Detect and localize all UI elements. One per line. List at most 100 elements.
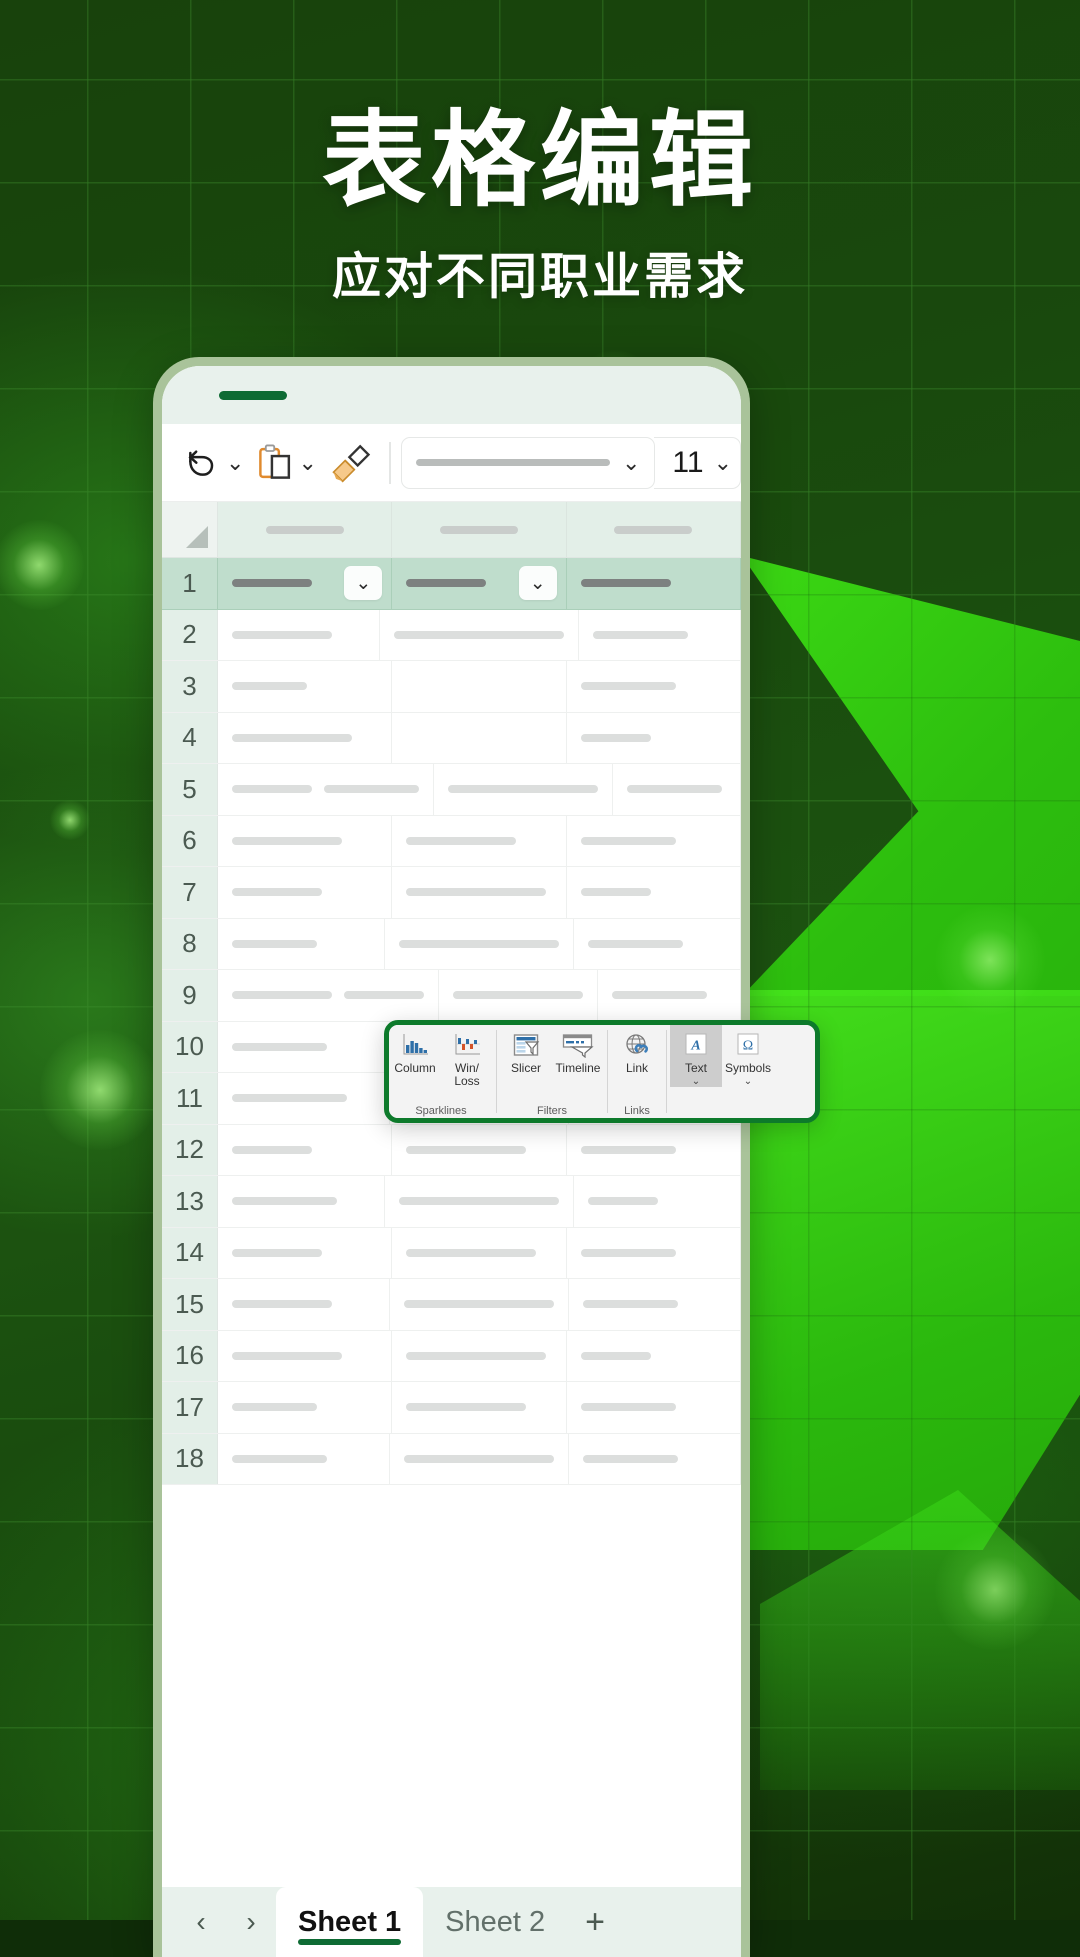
row-header[interactable]: 17 xyxy=(162,1382,218,1433)
grid-cell[interactable] xyxy=(392,815,567,866)
row-header[interactable]: 6 xyxy=(162,815,218,866)
row-header[interactable]: 3 xyxy=(162,661,218,712)
add-sheet-button[interactable]: + xyxy=(567,1887,623,1957)
row-header[interactable]: 9 xyxy=(162,970,218,1021)
table-row[interactable]: 16 xyxy=(162,1330,741,1382)
grid-cell[interactable] xyxy=(218,1433,390,1484)
table-row[interactable]: 2 xyxy=(162,609,741,661)
dropdown-item-wordart[interactable]: A WordArt ⌄ xyxy=(556,1119,640,1123)
ribbon-item-column[interactable]: Column xyxy=(389,1025,441,1089)
grid-cell[interactable] xyxy=(390,1279,569,1330)
grid-cell[interactable] xyxy=(579,609,741,660)
grid-cell[interactable] xyxy=(392,867,567,918)
row-header[interactable]: 13 xyxy=(162,1176,218,1227)
dropdown-item-signature-line[interactable]: Signature Line⌄ xyxy=(640,1119,724,1123)
grid-cell[interactable] xyxy=(218,712,393,763)
row-header[interactable]: 5 xyxy=(162,764,218,815)
paste-chevron-down-icon[interactable]: ⌄ xyxy=(298,451,316,474)
grid-cell[interactable] xyxy=(434,764,613,815)
grid-cell[interactable] xyxy=(567,1227,741,1278)
grid-cell[interactable] xyxy=(218,1227,393,1278)
row-header[interactable]: 16 xyxy=(162,1330,218,1381)
row-header[interactable]: 10 xyxy=(162,1021,218,1072)
row-header[interactable]: 11 xyxy=(162,1073,218,1124)
grid-cell[interactable] xyxy=(574,918,741,969)
table-row[interactable]: 7 xyxy=(162,867,741,919)
table-row[interactable]: 12 xyxy=(162,1124,741,1176)
paste-button[interactable]: ⌄ xyxy=(250,444,322,482)
row-header[interactable]: 7 xyxy=(162,867,218,918)
grid-cell[interactable] xyxy=(218,1124,393,1175)
grid-cell[interactable] xyxy=(392,712,567,763)
row-header[interactable]: 12 xyxy=(162,1124,218,1175)
grid-cell[interactable] xyxy=(567,712,741,763)
grid-cell[interactable] xyxy=(392,1227,567,1278)
table-row[interactable]: 9 xyxy=(162,970,741,1022)
ribbon-item-timeline[interactable]: Timeline xyxy=(552,1025,604,1075)
grid-cell[interactable]: ⌄ xyxy=(392,558,567,609)
ribbon-item-link[interactable]: Link xyxy=(611,1025,663,1075)
grid-cell[interactable] xyxy=(439,970,598,1021)
grid-cell[interactable] xyxy=(392,1124,567,1175)
ribbon-item-symbols[interactable]: Ω Symbols ⌄ xyxy=(722,1025,774,1087)
table-row[interactable]: 4 xyxy=(162,712,741,764)
grid-cell[interactable] xyxy=(218,1279,390,1330)
grid-cell[interactable] xyxy=(567,661,741,712)
row-header[interactable]: 8 xyxy=(162,918,218,969)
grid-cell[interactable] xyxy=(218,867,393,918)
grid-cell[interactable] xyxy=(218,661,393,712)
grid-cell[interactable] xyxy=(567,867,741,918)
grid-cell[interactable] xyxy=(218,609,380,660)
sheet-tab-1[interactable]: Sheet 1 xyxy=(276,1887,424,1957)
grid-cell[interactable] xyxy=(613,764,741,815)
grid-cell[interactable]: ⌄ xyxy=(218,558,393,609)
font-size-select[interactable]: 11 ⌄ xyxy=(654,436,741,489)
grid-cell[interactable] xyxy=(385,918,574,969)
grid-cell[interactable] xyxy=(567,558,741,609)
filter-dropdown-button[interactable]: ⌄ xyxy=(344,566,383,601)
font-name-chevron-down-icon[interactable]: ⌄ xyxy=(622,451,640,474)
grid-cell[interactable] xyxy=(218,1073,390,1124)
undo-chevron-down-icon[interactable]: ⌄ xyxy=(226,451,244,474)
table-row[interactable]: 5 xyxy=(162,764,741,816)
ribbon-item-slicer[interactable]: Slicer xyxy=(500,1025,552,1075)
row-header[interactable]: 1 xyxy=(162,558,218,609)
dropdown-item-object[interactable]: Object xyxy=(724,1119,808,1123)
row-header[interactable]: 14 xyxy=(162,1227,218,1278)
grid-cell[interactable] xyxy=(567,815,741,866)
font-size-chevron-down-icon[interactable]: ⌄ xyxy=(714,451,732,474)
table-row[interactable]: 6 xyxy=(162,815,741,867)
table-row[interactable]: 18 xyxy=(162,1433,741,1485)
grid-cell[interactable] xyxy=(218,1176,385,1227)
next-sheet-button[interactable]: › xyxy=(226,1887,276,1957)
table-row[interactable]: 17 xyxy=(162,1382,741,1434)
grid-cell[interactable] xyxy=(390,1433,569,1484)
grid-cell[interactable] xyxy=(574,1176,741,1227)
text-chevron-down-icon[interactable]: ⌄ xyxy=(692,1077,700,1087)
column-header-a[interactable] xyxy=(218,502,393,557)
grid-cell[interactable] xyxy=(218,1021,393,1072)
table-row[interactable]: 15 xyxy=(162,1279,741,1331)
filter-dropdown-button[interactable]: ⌄ xyxy=(518,566,557,601)
grid-cell[interactable] xyxy=(392,1382,567,1433)
grid-cell[interactable] xyxy=(567,1124,741,1175)
row-header[interactable]: 18 xyxy=(162,1433,218,1484)
spreadsheet-grid[interactable]: 1 ⌄ ⌄ 2 3 4 5 6 7 8 9 10 11 12 13 14 15 16 17 18 xyxy=(162,502,741,1887)
table-row[interactable]: 14 xyxy=(162,1227,741,1279)
grid-cell[interactable] xyxy=(567,1330,741,1381)
sheet-tab-2[interactable]: Sheet 2 xyxy=(423,1887,567,1957)
grid-cell[interactable] xyxy=(567,1382,741,1433)
dropdown-item-header-footer[interactable]: Header & Footer xyxy=(472,1119,556,1123)
table-row[interactable]: 3 xyxy=(162,661,741,713)
ribbon-item-win-loss[interactable]: Win/ Loss xyxy=(441,1025,493,1089)
grid-cell[interactable] xyxy=(598,970,741,1021)
format-painter-button[interactable] xyxy=(323,444,379,483)
select-all-cell[interactable] xyxy=(162,502,218,557)
grid-cell[interactable] xyxy=(392,661,567,712)
grid-cell[interactable] xyxy=(218,1330,393,1381)
grid-cell[interactable] xyxy=(569,1433,741,1484)
table-row[interactable]: 1 ⌄ ⌄ xyxy=(162,558,741,610)
drag-handle[interactable] xyxy=(219,390,287,400)
row-header[interactable]: 15 xyxy=(162,1279,218,1330)
grid-cell[interactable] xyxy=(569,1279,741,1330)
